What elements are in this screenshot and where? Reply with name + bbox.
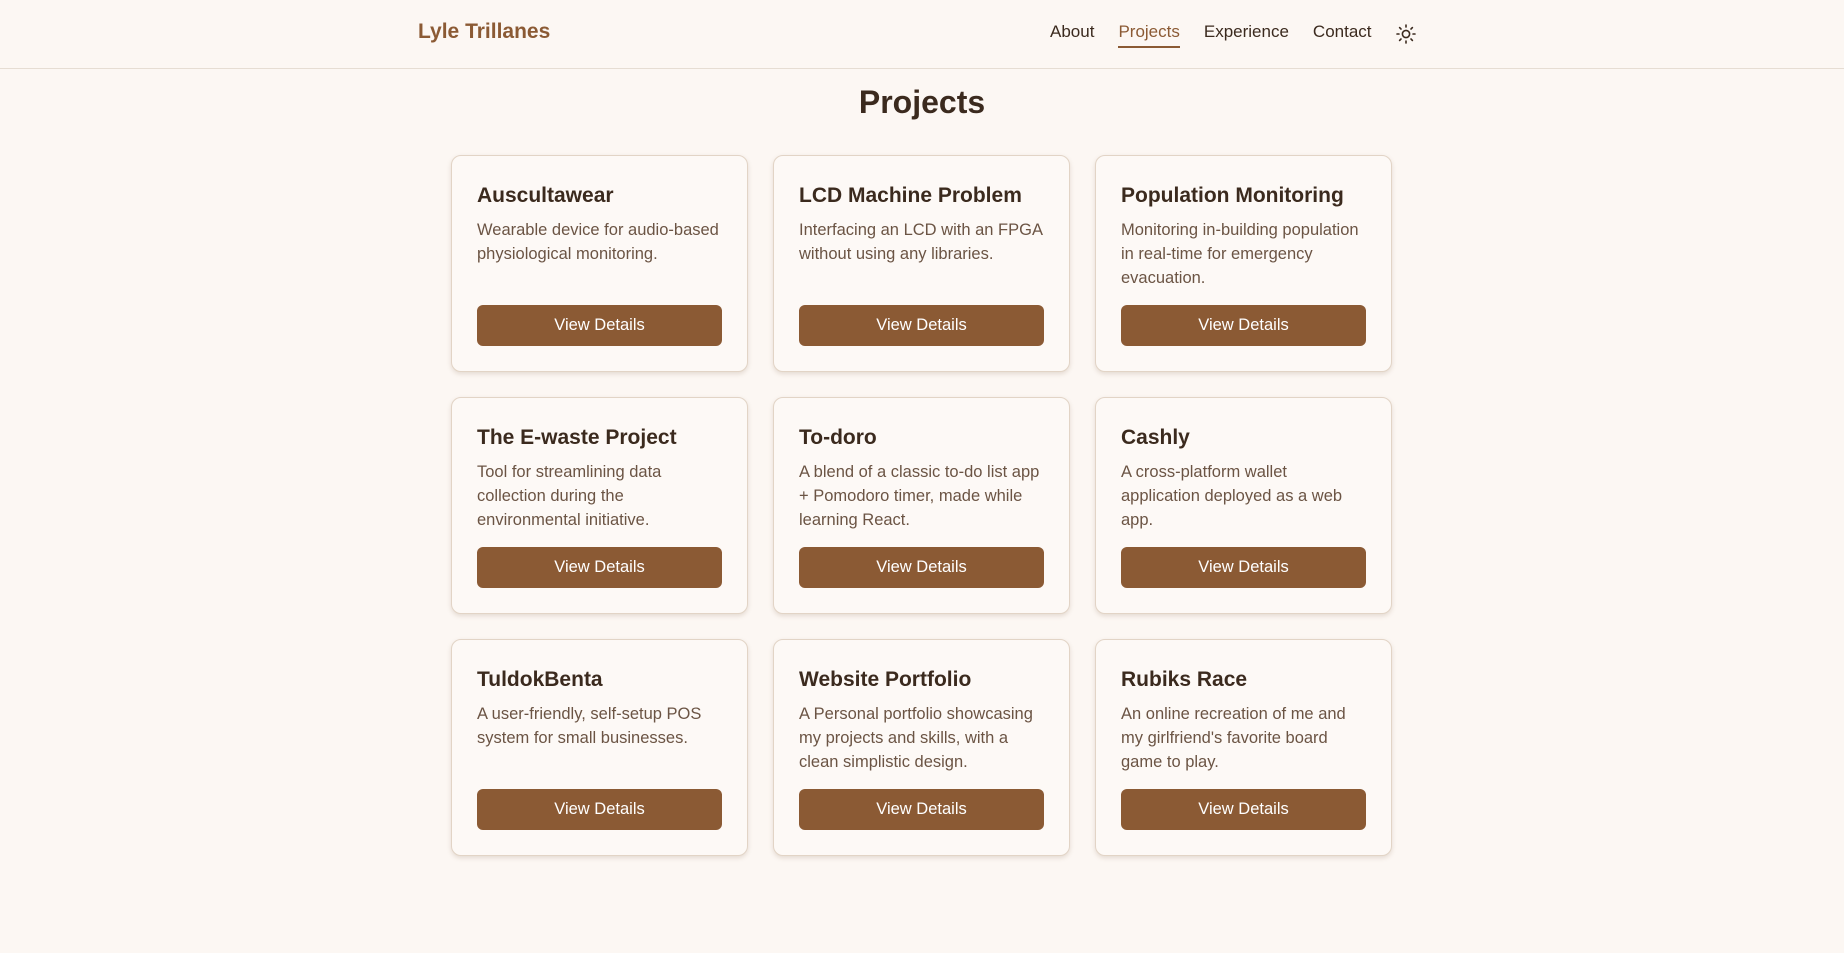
project-card-population-monitoring: Population Monitoring Monitoring in-buil… bbox=[1095, 155, 1392, 372]
project-description: Monitoring in-building population in rea… bbox=[1121, 221, 1359, 287]
project-description: Wearable device for audio-based physiolo… bbox=[477, 221, 719, 263]
page-title: Projects bbox=[858, 84, 986, 120]
project-card-rubiks-race: Rubiks Race An online recreation of me a… bbox=[1095, 639, 1392, 856]
project-title: Auscultawear bbox=[477, 184, 614, 207]
project-description: A cross-platform wallet application depl… bbox=[1121, 463, 1343, 529]
project-title: Website Portfolio bbox=[799, 668, 972, 691]
project-card-auscultawear: Auscultawear Wearable device for audio-b… bbox=[451, 155, 748, 372]
project-title: Cashly bbox=[1121, 426, 1190, 449]
view-details-button[interactable]: View Details bbox=[477, 789, 722, 830]
view-details-button[interactable]: View Details bbox=[799, 305, 1044, 346]
project-card-website-portfolio: Website Portfolio A Personal portfolio s… bbox=[773, 639, 1070, 856]
view-details-button[interactable]: View Details bbox=[1121, 789, 1366, 830]
navbar: Lyle Trillanes About Projects Experience… bbox=[0, 0, 1844, 69]
project-title: TuldokBenta bbox=[477, 668, 603, 691]
view-details-button[interactable]: View Details bbox=[477, 547, 722, 588]
theme-toggle-button[interactable] bbox=[1395, 23, 1417, 45]
project-title: Population Monitoring bbox=[1121, 184, 1344, 207]
project-card-to-doro: To-doro A blend of a classic to-do list … bbox=[773, 397, 1070, 614]
project-description: A user-friendly, self-setup POS system f… bbox=[477, 705, 702, 747]
view-details-button[interactable]: View Details bbox=[799, 547, 1044, 588]
project-title: Rubiks Race bbox=[1121, 668, 1248, 691]
sun-icon bbox=[1396, 24, 1416, 44]
nav-link-contact[interactable]: Contact bbox=[1313, 22, 1372, 46]
project-title: The E-waste Project bbox=[477, 426, 677, 449]
project-card-tuldokbenta: TuldokBenta A user-friendly, self-setup … bbox=[451, 639, 748, 856]
project-description: Tool for streamlining data collection du… bbox=[477, 463, 662, 529]
nav-links: About Projects Experience Contact bbox=[1050, 22, 1396, 48]
projects-grid: Auscultawear Wearable device for audio-b… bbox=[451, 155, 1392, 856]
project-description: An online recreation of me and my girlfr… bbox=[1121, 705, 1346, 771]
project-description: A Personal portfolio showcasing my proje… bbox=[799, 705, 1033, 771]
nav-link-about[interactable]: About bbox=[1050, 22, 1094, 46]
project-description: Interfacing an LCD with an FPGA without … bbox=[799, 221, 1043, 263]
project-card-lcd-machine-problem: LCD Machine Problem Interfacing an LCD w… bbox=[773, 155, 1070, 372]
nav-link-experience[interactable]: Experience bbox=[1204, 22, 1289, 46]
view-details-button[interactable]: View Details bbox=[1121, 547, 1366, 588]
project-description: A blend of a classic to-do list app + Po… bbox=[799, 463, 1040, 529]
view-details-button[interactable]: View Details bbox=[799, 789, 1044, 830]
brand-logo[interactable]: Lyle Trillanes bbox=[418, 20, 550, 44]
project-title: To-doro bbox=[799, 426, 877, 449]
view-details-button[interactable]: View Details bbox=[477, 305, 722, 346]
project-card-e-waste-project: The E-waste Project Tool for streamlinin… bbox=[451, 397, 748, 614]
project-card-cashly: Cashly A cross-platform wallet applicati… bbox=[1095, 397, 1392, 614]
view-details-button[interactable]: View Details bbox=[1121, 305, 1366, 346]
nav-link-projects[interactable]: Projects bbox=[1118, 22, 1181, 48]
project-title: LCD Machine Problem bbox=[799, 184, 1022, 207]
